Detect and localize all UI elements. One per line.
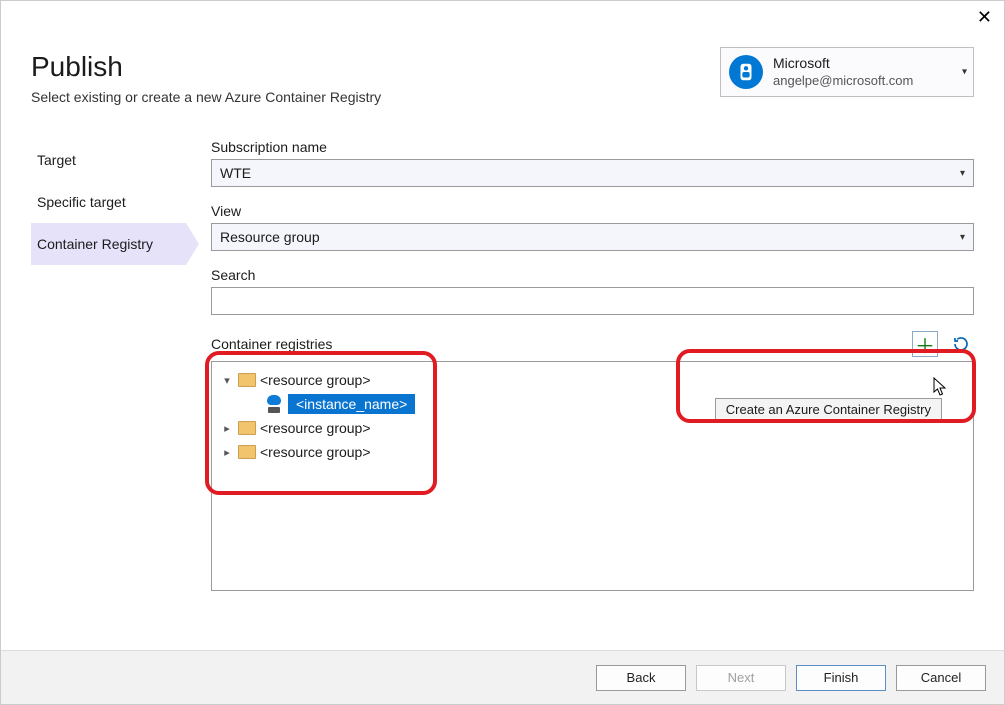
chevron-down-icon: ▾ <box>962 67 967 78</box>
search-input[interactable] <box>211 287 974 315</box>
expand-arrow-icon[interactable]: ▾ <box>220 374 234 387</box>
subscription-dropdown[interactable]: WTE ▾ <box>211 159 974 187</box>
nav-specific-target[interactable]: Specific target <box>31 181 211 223</box>
expand-arrow-icon[interactable]: ▸ <box>220 422 234 435</box>
close-icon[interactable]: ✕ <box>977 7 992 28</box>
tree-item-label: <instance_name> <box>288 394 415 414</box>
page-title: Publish <box>31 51 381 83</box>
refresh-button[interactable] <box>948 331 974 357</box>
next-button: Next <box>696 665 786 691</box>
search-label: Search <box>211 267 974 283</box>
registry-icon <box>266 397 284 411</box>
nav-container-registry[interactable]: Container Registry <box>31 223 186 265</box>
tree-item-label: <resource group> <box>260 444 371 460</box>
view-dropdown[interactable]: Resource group ▾ <box>211 223 974 251</box>
folder-icon <box>238 373 256 387</box>
wizard-nav: Target Specific target Container Registr… <box>31 135 211 591</box>
registries-tree[interactable]: ▾ <resource group> <instance_name> ▸ <re… <box>211 361 974 591</box>
create-registry-button[interactable]: ＋ <box>912 331 938 357</box>
account-selector[interactable]: Microsoft angelpe@microsoft.com ▾ <box>720 47 974 97</box>
tree-item-group[interactable]: ▸ <resource group> <box>220 440 965 464</box>
folder-icon <box>238 421 256 435</box>
account-badge-icon <box>729 55 763 89</box>
registries-label: Container registries <box>211 336 332 352</box>
cancel-button[interactable]: Cancel <box>896 665 986 691</box>
back-button[interactable]: Back <box>596 665 686 691</box>
view-value: Resource group <box>220 229 320 245</box>
dialog-button-bar: Back Next Finish Cancel <box>1 650 1004 704</box>
account-org: Microsoft <box>773 55 913 73</box>
view-label: View <box>211 203 974 219</box>
page-subtitle: Select existing or create a new Azure Co… <box>31 89 381 105</box>
create-registry-tooltip: Create an Azure Container Registry <box>715 398 942 421</box>
nav-target[interactable]: Target <box>31 139 211 181</box>
tree-item-group[interactable]: ▾ <resource group> <box>220 368 965 392</box>
chevron-down-icon: ▾ <box>960 168 965 179</box>
subscription-label: Subscription name <box>211 139 974 155</box>
account-email: angelpe@microsoft.com <box>773 73 913 89</box>
folder-icon <box>238 445 256 459</box>
tree-item-label: <resource group> <box>260 372 371 388</box>
tree-item-label: <resource group> <box>260 420 371 436</box>
expand-arrow-icon[interactable]: ▸ <box>220 446 234 459</box>
subscription-value: WTE <box>220 165 251 181</box>
finish-button[interactable]: Finish <box>796 665 886 691</box>
chevron-down-icon: ▾ <box>960 232 965 243</box>
